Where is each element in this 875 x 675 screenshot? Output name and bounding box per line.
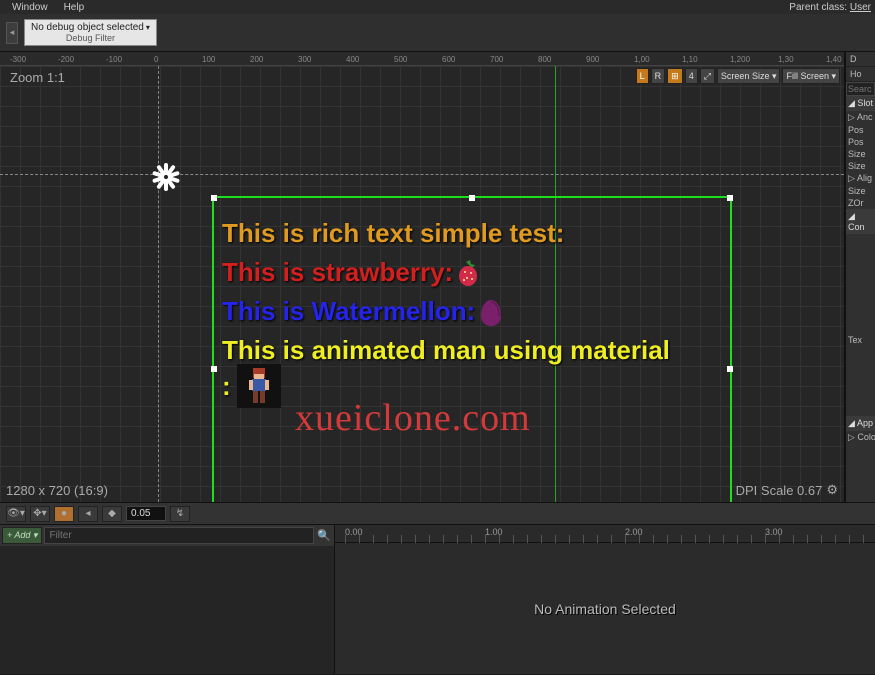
details-property-row[interactable]: Pos [846,124,875,136]
details-search-input[interactable] [846,82,875,96]
details-property-row[interactable]: Pos [846,136,875,148]
animated-man-sprite [237,364,281,408]
animation-empty-label: No Animation Selected [335,543,875,674]
dpi-settings-icon[interactable]: ⚙ [826,482,838,498]
layout-r-button[interactable]: R [651,68,666,84]
track-list-body[interactable] [0,546,334,674]
strawberry-icon [453,258,483,288]
ruler-tick-label: 800 [538,55,551,64]
details-dropdown[interactable]: D [848,53,859,65]
visibility-icon[interactable]: 👁▾ [6,506,26,522]
richtext-line-2: This is strawberry: [222,253,722,292]
track-filter-input[interactable] [44,527,314,544]
screen-size-dropdown[interactable]: Screen Size ▾ [717,68,781,84]
richtext-line-1: This is rich text simple test: [222,214,722,253]
details-property-row[interactable]: ZOr [846,197,875,209]
zoom-button[interactable]: ⤢ [700,68,715,84]
resize-handle-ml[interactable] [211,366,217,372]
ruler-tick-label: 1,30 [778,55,794,64]
richtext-colon: : [222,367,231,406]
ruler-tick-label: -100 [106,55,122,64]
resolution-label: 1280 x 720 (16:9) [6,483,108,498]
layout-l-button[interactable]: L [636,68,649,84]
record-button[interactable]: ● [54,506,74,522]
rich-text-block: This is rich text simple test: This is s… [214,198,730,424]
curve-tool-icon[interactable]: ↯ [170,506,190,522]
ruler-tick-label: 100 [202,55,215,64]
selection-box[interactable]: This is rich text simple test: This is s… [212,196,732,502]
ruler-horizontal: -300 -200 -100 0 100 200 300 400 500 600 700 800 900… [0,52,844,66]
ruler-tick-label: 700 [490,55,503,64]
details-content-header[interactable]: ◢ Con [846,209,875,234]
ruler-tick-label: 600 [442,55,455,64]
ruler-tick-label: 200 [250,55,263,64]
grid-toggle-button[interactable]: ⊞ [667,68,683,84]
ruler-tick-label: 1,40 [826,55,842,64]
details-home-tab[interactable]: Ho [848,68,864,80]
watermelon-icon [475,296,507,328]
move-tool-icon[interactable]: ✥▾ [30,506,50,522]
details-anchors-row[interactable]: ▷ Anc [846,111,875,124]
fill-screen-dropdown[interactable]: Fill Screen ▾ [782,68,840,84]
details-property-row[interactable]: Size [846,160,875,172]
search-icon[interactable]: 🔍 [316,527,332,544]
key-icon[interactable]: ◆ [102,506,122,522]
details-slot-header[interactable]: ◢ Slot [846,96,875,111]
details-appearance-header[interactable]: ◢ App [846,416,875,431]
grid-value-field[interactable]: 4 [685,68,698,84]
add-track-button[interactable]: + Add ▾ [2,527,42,544]
timeline-ruler[interactable]: 0.001.002.003.00 [335,525,875,543]
ruler-tick-label: 1,10 [682,55,698,64]
resize-handle-tl[interactable] [211,195,217,201]
ruler-tick-label: 0 [154,55,158,64]
anchor-flower-icon[interactable] [150,161,182,193]
prev-key-icon[interactable]: ◂ [78,506,98,522]
ruler-tick-label: 500 [394,55,407,64]
resize-handle-mr[interactable] [727,366,733,372]
details-property-row[interactable]: Size [846,148,875,160]
parent-class-link[interactable]: User [850,2,871,13]
parent-class-label: Parent class: User [789,2,871,13]
zoom-label: Zoom 1:1 [10,70,65,85]
ruler-tick-label: 1,00 [634,55,650,64]
designer-viewport[interactable]: -300 -200 -100 0 100 200 300 400 500 600 700 800 900… [0,52,845,502]
ruler-tick-label: -200 [58,55,74,64]
ruler-tick-label: -300 [10,55,26,64]
details-panel[interactable]: D Ho ◢ Slot ▷ Anc PosPosSizeSize ▷ Alig … [845,52,875,502]
back-arrow-button[interactable]: ◂ [6,22,18,44]
details-alignment-row[interactable]: ▷ Alig [846,172,875,185]
menu-help[interactable]: Help [56,2,93,13]
details-color-row[interactable]: ▷ Colo [846,431,875,444]
dpi-scale-label: DPI Scale 0.67 [736,483,823,498]
ruler-tick-label: 900 [586,55,599,64]
richtext-line-4: This is animated man using material [222,331,722,370]
origin-x-line [0,174,844,175]
ruler-tick-label: 400 [346,55,359,64]
menu-window[interactable]: Window [4,2,56,13]
richtext-line-3: This is Watermellon: [222,292,722,331]
resize-handle-tr[interactable] [727,195,733,201]
ruler-tick-label: 300 [298,55,311,64]
origin-y-line [158,66,159,502]
details-text-row[interactable]: Tex [846,334,875,346]
debug-object-selector[interactable]: No debug object selected▾ Debug Filter [24,19,157,46]
details-property-row[interactable]: Size [846,185,875,197]
ruler-tick-label: 1,200 [730,55,750,64]
resize-handle-tc[interactable] [469,195,475,201]
playback-rate-field[interactable] [126,506,166,521]
